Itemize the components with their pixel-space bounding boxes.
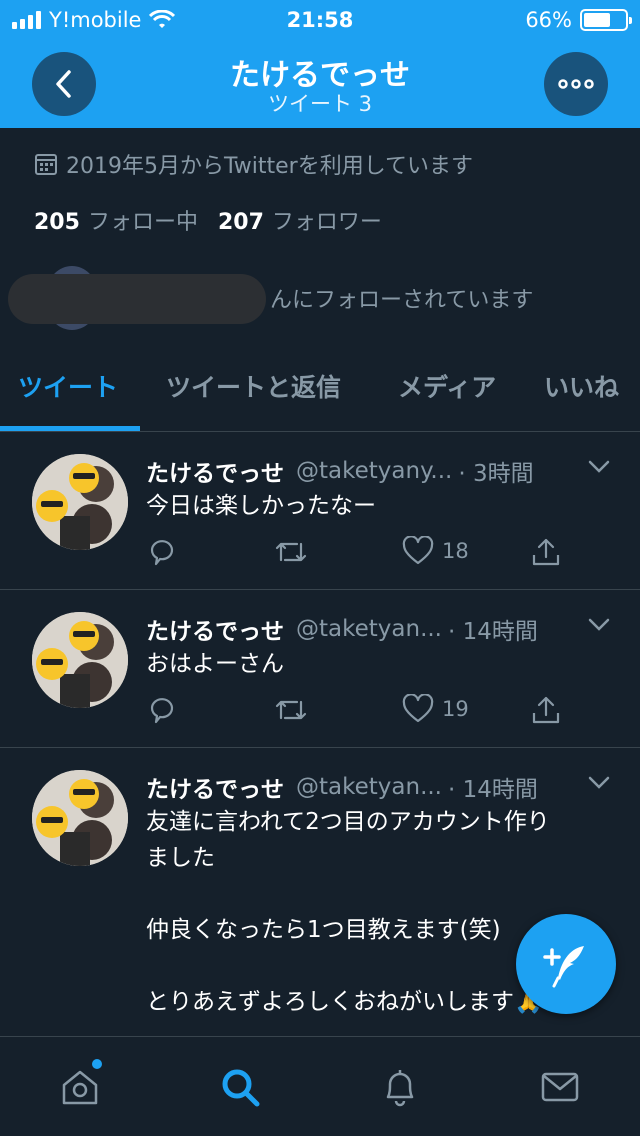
tweet[interactable]: たけるでっせ @taketyany... · 3時間 今日は楽しかったなー 18: [0, 432, 640, 590]
retweet-icon: [275, 700, 307, 720]
tab-media[interactable]: メディア: [398, 368, 496, 404]
more-options-button[interactable]: [544, 52, 608, 116]
retweet-button[interactable]: [274, 536, 308, 568]
following-label: フォロー中: [87, 210, 198, 235]
tweet-header: たけるでっせ @taketyan... · 14時間: [146, 770, 616, 804]
followers-label: フォロワー: [271, 210, 382, 235]
battery-percent: 66%: [525, 8, 572, 32]
share-icon: [532, 538, 560, 566]
like-count: 19: [442, 697, 469, 721]
joined-date: 2019年5月からTwitterを利用しています: [34, 148, 473, 180]
tweet-actions: 18: [146, 536, 576, 576]
followers-count: 207: [217, 210, 264, 235]
following-count: 205: [34, 210, 80, 235]
tab-tweets[interactable]: ツイート: [18, 368, 118, 404]
share-button[interactable]: [530, 536, 562, 568]
tweet-header: たけるでっせ @taketyan... · 14時間: [146, 612, 616, 646]
retweet-button[interactable]: [274, 694, 308, 726]
following-link[interactable]: 205 フォロー中: [34, 204, 198, 236]
reply-icon: [150, 540, 174, 566]
reply-icon: [150, 698, 174, 724]
redacted-name: [8, 274, 266, 324]
tweet-author-handle[interactable]: @taketyany...: [296, 458, 452, 484]
compose-feather-icon: [543, 946, 584, 988]
chevron-down-icon[interactable]: [586, 614, 612, 634]
follow-stats: 205 フォロー中 207 フォロワー: [34, 204, 382, 236]
heart-icon: [402, 694, 434, 723]
nav-search[interactable]: [216, 1063, 264, 1111]
profile-tabs: ツイート ツイートと返信 メディア いいね: [0, 346, 640, 432]
followed-by-row[interactable]: んにフォローされています: [8, 266, 608, 330]
tweet-header: たけるでっせ @taketyany... · 3時間: [146, 454, 616, 488]
search-icon: [222, 1069, 260, 1107]
avatar-photo: [32, 612, 128, 708]
tweet[interactable]: たけるでっせ @taketyan... · 14時間 おはよーさん 19: [0, 590, 640, 748]
tweet-author-name[interactable]: たけるでっせ: [146, 454, 284, 488]
tweet-author-name[interactable]: たけるでっせ: [146, 770, 284, 804]
tweet-actions: 19: [146, 694, 576, 734]
bottom-navigation: [0, 1036, 640, 1136]
tweet-author-name[interactable]: たけるでっせ: [146, 612, 284, 646]
header-tweet-count: ツイート 3: [267, 92, 373, 116]
profile-header: Y!mobile 21:58 66% たけるでっせ ツイート 3: [0, 0, 640, 128]
retweet-icon: [275, 542, 307, 562]
status-bar: Y!mobile 21:58 66%: [0, 0, 640, 40]
tweet-time: · 14時間: [448, 777, 538, 803]
like-button[interactable]: 19: [402, 694, 469, 724]
active-tab-indicator: [0, 426, 140, 431]
tweet-text: おはよーさん: [146, 651, 284, 677]
tweet-author-handle[interactable]: @taketyan...: [296, 774, 442, 800]
reply-button[interactable]: [146, 536, 178, 568]
avatar[interactable]: [32, 612, 128, 708]
avatar[interactable]: [32, 454, 128, 550]
tab-likes[interactable]: いいね: [544, 368, 619, 404]
avatar-photo: [32, 770, 128, 866]
battery-icon: [580, 9, 632, 31]
tweet-time: · 3時間: [458, 461, 534, 487]
followed-by-text: んにフォローされています: [270, 288, 534, 313]
tab-tweets-and-replies[interactable]: ツイートと返信: [166, 368, 341, 404]
tweet-author-handle[interactable]: @taketyan...: [296, 616, 442, 642]
nav-home[interactable]: [56, 1059, 104, 1111]
ellipsis-icon: [558, 79, 594, 89]
compose-tweet-button[interactable]: [516, 914, 616, 1014]
joined-text: 2019年5月からTwitterを利用しています: [66, 154, 474, 179]
tweet-time: · 14時間: [448, 619, 538, 645]
share-button[interactable]: [530, 694, 562, 726]
avatar[interactable]: [32, 770, 128, 866]
like-button[interactable]: 18: [402, 536, 469, 566]
reply-button[interactable]: [146, 694, 178, 726]
notifications-icon: [386, 1070, 414, 1107]
nav-notifications[interactable]: [376, 1063, 424, 1111]
chevron-down-icon[interactable]: [586, 772, 612, 792]
tweet-text: 今日は楽しかったなー: [146, 493, 376, 519]
home-icon: [62, 1070, 98, 1105]
new-content-dot: [92, 1059, 102, 1069]
messages-icon: [541, 1072, 579, 1102]
calendar-icon: [35, 154, 57, 175]
heart-icon: [402, 536, 434, 565]
chevron-down-icon[interactable]: [586, 456, 612, 476]
like-count: 18: [442, 539, 469, 563]
nav-messages[interactable]: [536, 1063, 584, 1111]
followers-link[interactable]: 207 フォロワー: [218, 204, 382, 236]
share-icon: [532, 696, 560, 724]
avatar-photo: [32, 454, 128, 550]
